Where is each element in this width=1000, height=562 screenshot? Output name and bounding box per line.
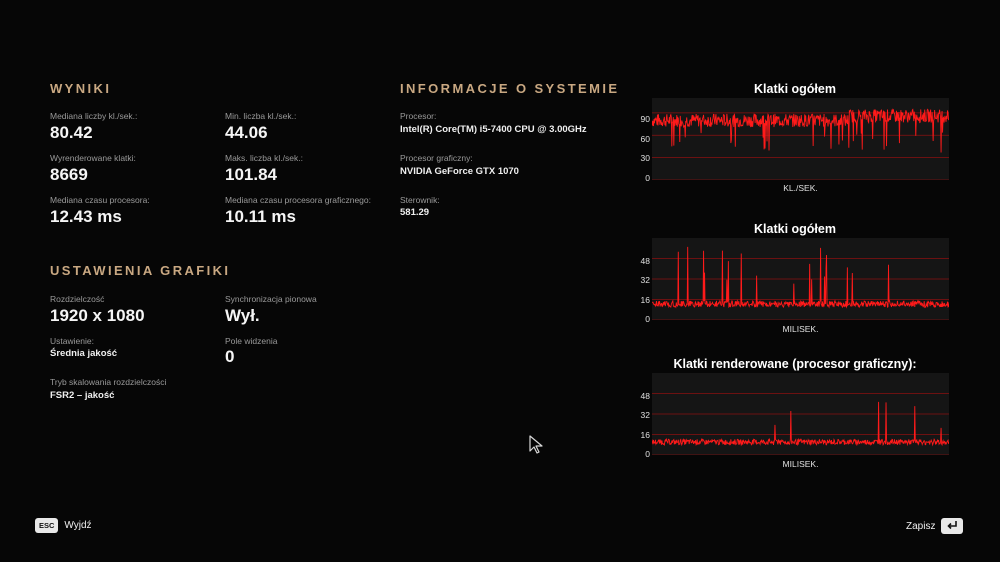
gpu-frametime-plot-svg	[652, 393, 949, 455]
median-cpu-time-label: Mediana czasu procesora:	[50, 195, 150, 205]
driver-value: 581.29	[400, 207, 430, 218]
frames-rendered-value: 8669	[50, 165, 88, 184]
min-fps-value: 44.06	[225, 123, 268, 142]
x-axis-label: KL./SEK.	[783, 183, 818, 193]
system-info-heading: INFORMACJE O SYSTEMIE	[400, 81, 620, 96]
graphics-settings-heading: USTAWIENIA GRAFIKI	[50, 263, 231, 278]
exit-label: Wyjdź	[64, 520, 92, 531]
fov-value: 0	[225, 347, 235, 366]
save-label: Zapisz	[906, 520, 936, 532]
scaling-mode-value: FSR2 – jakość	[50, 390, 115, 401]
y-tick: 48	[640, 391, 650, 401]
scaling-mode-label: Tryb skalowania rozdzielczości	[50, 377, 167, 387]
results-heading: WYNIKI	[50, 81, 112, 96]
median-gpu-time-value: 10.11 ms	[225, 207, 296, 226]
chart-plot	[652, 238, 949, 320]
frametime-chart: Klatki ogółem 48 32 16 0 MILISEK.	[630, 222, 960, 337]
esc-key-icon: ESC	[35, 518, 59, 533]
y-tick: 0	[645, 314, 650, 324]
median-gpu-time-label: Mediana czasu procesora graficznego:	[225, 195, 371, 205]
gpu-frametime-chart: Klatki renderowane (procesor graficzny):…	[630, 357, 960, 472]
enter-key-icon	[941, 518, 964, 534]
frames-rendered-label: Wyrenderowane klatki:	[50, 153, 136, 163]
fov-label: Pole widzenia	[225, 336, 278, 346]
min-fps-label: Min. liczba kl./sek.:	[225, 111, 297, 121]
median-fps-value: 80.42	[50, 123, 93, 142]
data-series-line	[652, 108, 949, 153]
median-cpu-time-value: 12.43 ms	[50, 207, 122, 226]
chart-plot	[652, 373, 949, 455]
vsync-value: Wył.	[225, 306, 260, 325]
y-tick: 0	[645, 449, 650, 459]
max-fps-value: 101.84	[225, 165, 277, 184]
y-tick: 60	[640, 134, 650, 144]
preset-value: Średnia jakość	[50, 348, 118, 359]
data-series-line	[652, 246, 949, 309]
y-tick: 16	[640, 430, 650, 440]
y-tick: 0	[645, 173, 650, 183]
gpu-value: NVIDIA GeForce GTX 1070	[400, 166, 519, 177]
chart-title: Klatki ogółem	[754, 82, 836, 96]
gpu-label: Procesor graficzny:	[400, 153, 473, 163]
chart-title: Klatki renderowane (procesor graficzny):	[673, 357, 917, 371]
y-tick: 90	[640, 114, 650, 124]
mouse-cursor-icon	[529, 435, 543, 454]
max-fps-label: Maks. liczba kl./sek.:	[225, 153, 303, 163]
resolution-value: 1920 x 1080	[50, 306, 145, 325]
chart-plot	[652, 98, 949, 180]
y-tick: 32	[640, 410, 650, 420]
vsync-label: Synchronizacja pionowa	[225, 294, 317, 304]
data-series-line	[652, 401, 949, 447]
resolution-label: Rozdzielczość	[50, 294, 105, 304]
frametime-plot-svg	[652, 246, 949, 320]
chart-title: Klatki ogółem	[754, 222, 836, 236]
fps-plot-svg	[652, 108, 949, 180]
x-axis-label: MILISEK.	[782, 324, 819, 334]
save-button[interactable]: Zapisz	[906, 518, 964, 534]
x-axis-label: MILISEK.	[782, 459, 819, 469]
y-tick: 48	[640, 256, 650, 266]
preset-label: Ustawienie:	[50, 336, 94, 346]
y-tick: 16	[640, 295, 650, 305]
y-tick: 30	[640, 153, 650, 163]
cpu-label: Procesor:	[400, 111, 437, 121]
driver-label: Sterownik:	[400, 195, 440, 205]
exit-button[interactable]: ESC Wyjdź	[35, 518, 92, 533]
median-fps-label: Mediana liczby kl./sek.:	[50, 111, 138, 121]
fps-chart: Klatki ogółem 90 60 30 0 KL./SEK.	[630, 82, 960, 197]
cpu-value: Intel(R) Core(TM) i5-7400 CPU @ 3.00GHz	[400, 124, 587, 135]
y-tick: 32	[640, 275, 650, 285]
